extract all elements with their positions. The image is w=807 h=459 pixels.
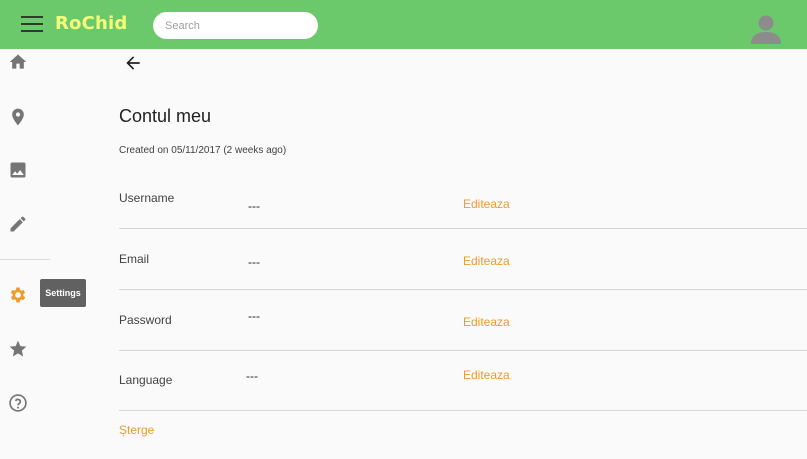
edit-username-link[interactable]: Editeaza (463, 197, 510, 211)
pencil-icon[interactable] (6, 212, 30, 236)
username-value: --- (248, 199, 260, 213)
edit-email-link[interactable]: Editeaza (463, 254, 510, 268)
delete-account-link[interactable]: Șterge (119, 423, 154, 437)
username-label: Username (119, 191, 175, 205)
row-divider (119, 350, 807, 351)
email-value: --- (248, 255, 260, 269)
language-label: Language (119, 373, 173, 387)
gear-icon[interactable] (6, 283, 30, 307)
top-app-bar: RoChid (0, 0, 807, 49)
account-circle-icon[interactable] (749, 12, 783, 46)
home-icon[interactable] (6, 50, 30, 74)
edit-password-link[interactable]: Editeaza (463, 315, 510, 329)
language-value: --- (246, 369, 258, 383)
image-icon[interactable] (6, 158, 30, 182)
account-created-date: Created on 05/11/2017 (2 weeks ago) (119, 145, 287, 156)
hamburger-menu-icon[interactable] (21, 16, 43, 34)
edit-language-link[interactable]: Editeaza (463, 368, 510, 382)
sidebar-divider (0, 259, 50, 260)
settings-tooltip: Settings (40, 279, 86, 307)
app-brand[interactable]: RoChid (55, 13, 128, 34)
search-input[interactable] (153, 12, 318, 39)
star-icon[interactable] (6, 337, 30, 361)
password-value: --- (248, 309, 260, 323)
password-label: Password (119, 313, 172, 327)
email-label: Email (119, 252, 150, 266)
row-divider (119, 410, 807, 411)
row-divider (119, 228, 807, 229)
arrow-left-icon[interactable] (123, 53, 143, 73)
place-icon[interactable] (6, 105, 30, 129)
page-title: Contul meu (119, 106, 212, 126)
row-divider (119, 289, 807, 290)
help-circle-icon[interactable] (6, 391, 30, 415)
